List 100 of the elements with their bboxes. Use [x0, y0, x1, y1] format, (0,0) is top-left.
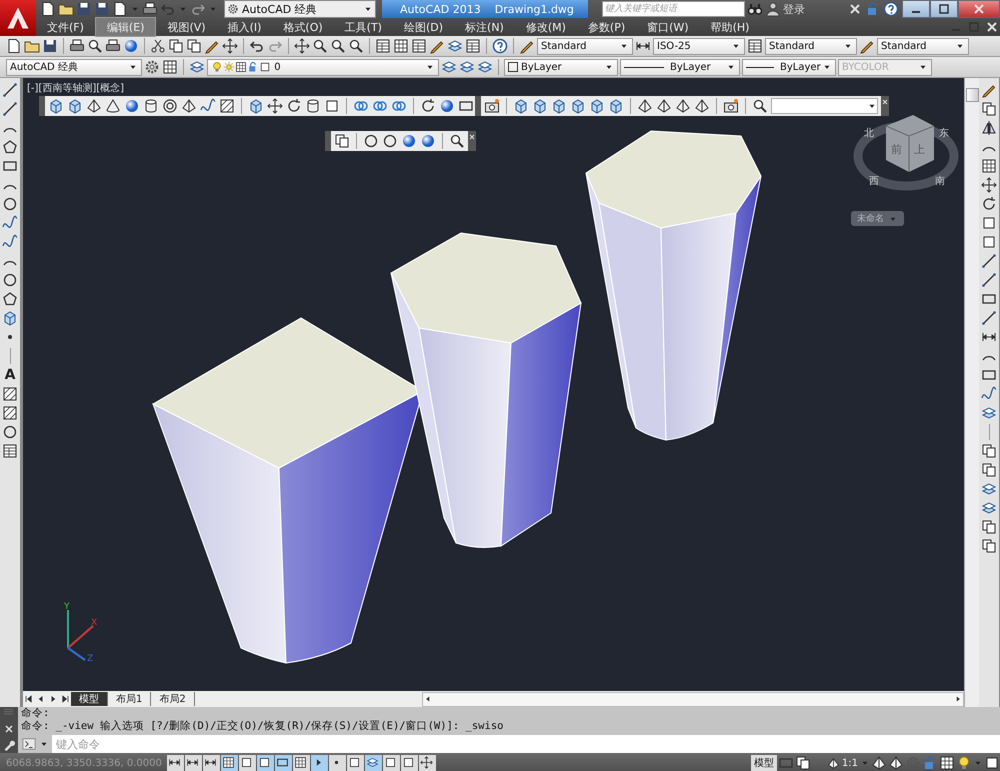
hatch-icon[interactable] — [2, 405, 18, 421]
model-space-button[interactable]: 模型 — [750, 755, 777, 771]
printer-icon[interactable] — [105, 38, 121, 54]
horizontal-scrollbar[interactable] — [422, 692, 964, 706]
linetype-dropdown[interactable]: ByLayer — [620, 58, 740, 76]
sign-in-link[interactable]: 登录 — [783, 2, 805, 16]
text-tool[interactable]: A — [4, 367, 16, 383]
pyramid-icon[interactable] — [871, 755, 887, 771]
status-toggle[interactable] — [329, 754, 346, 771]
annotation-scale-button[interactable]: 1:1 — [826, 756, 870, 770]
color-dropdown[interactable]: ByLayer — [504, 58, 618, 76]
circle-icon[interactable] — [2, 272, 18, 288]
status-toggle[interactable] — [185, 754, 202, 771]
grid-icon[interactable] — [162, 59, 178, 75]
status-toggle[interactable] — [293, 754, 310, 771]
status-toggle[interactable] — [419, 754, 436, 771]
line-icon[interactable] — [2, 82, 18, 98]
status-toggle[interactable] — [347, 754, 364, 771]
table-icon[interactable] — [375, 38, 391, 54]
rotate-icon[interactable] — [420, 98, 436, 114]
status-toggle[interactable] — [383, 754, 400, 771]
printer-icon[interactable] — [142, 1, 158, 17]
cone-icon[interactable] — [105, 98, 121, 114]
layer-dropdown[interactable]: 0 — [207, 58, 439, 76]
cube-icon[interactable] — [2, 310, 18, 326]
square-icon[interactable] — [981, 234, 997, 250]
grid-icon[interactable] — [981, 158, 997, 174]
pyramid-icon[interactable] — [888, 755, 904, 771]
viewport-label[interactable]: [-][西南等轴测][概念] — [27, 81, 124, 95]
user-icon[interactable] — [765, 1, 781, 17]
grid-icon[interactable] — [393, 38, 409, 54]
magnifier-icon[interactable] — [752, 98, 768, 114]
document-icon[interactable] — [6, 38, 22, 54]
line-icon[interactable] — [981, 253, 997, 269]
move-icon[interactable] — [267, 98, 283, 114]
menu-item[interactable]: 修改(M) — [514, 18, 577, 36]
grid-icon[interactable] — [939, 755, 955, 771]
command-prompt-icon[interactable] — [22, 737, 36, 751]
pyramid-icon[interactable] — [637, 98, 653, 114]
sphere-icon[interactable] — [420, 133, 436, 149]
cylinder-icon[interactable] — [305, 98, 321, 114]
copy-icon[interactable] — [981, 538, 997, 554]
spline-icon[interactable] — [2, 215, 18, 231]
status-toggle[interactable] — [365, 754, 382, 771]
spline-icon[interactable] — [981, 386, 997, 402]
cube-icon[interactable] — [67, 98, 83, 114]
layers-icon[interactable] — [189, 59, 205, 75]
light-bulb-icon[interactable] — [956, 755, 972, 771]
move-icon[interactable] — [294, 38, 310, 54]
cube-icon[interactable] — [532, 98, 548, 114]
ring-icon[interactable] — [162, 98, 178, 114]
menu-item[interactable]: 参数(P) — [576, 18, 636, 36]
layers-icon[interactable] — [459, 59, 475, 75]
sphere-icon[interactable] — [401, 133, 417, 149]
pyramid-icon[interactable] — [86, 98, 102, 114]
layout-tab[interactable]: 布局1 — [108, 692, 152, 706]
magnifier-icon[interactable] — [348, 38, 364, 54]
maximize-icon[interactable] — [930, 0, 958, 18]
table-icon[interactable] — [2, 443, 18, 459]
hatch-icon[interactable] — [2, 386, 18, 402]
move-icon[interactable] — [981, 177, 997, 193]
line-icon[interactable] — [981, 310, 997, 326]
table-icon[interactable] — [411, 38, 427, 54]
rotate-icon[interactable] — [981, 196, 997, 212]
command-input[interactable]: 键入命令 — [52, 735, 1000, 753]
pentagon-icon[interactable] — [2, 291, 18, 307]
cube-icon[interactable] — [551, 98, 567, 114]
multileader-style-dropdown[interactable]: Standard — [877, 38, 969, 54]
camera-icon[interactable] — [723, 98, 739, 114]
menu-item[interactable]: 文件(F) — [36, 18, 95, 36]
pyramid-icon[interactable] — [675, 98, 691, 114]
pyramid-icon[interactable] — [694, 98, 710, 114]
layers-icon[interactable] — [441, 59, 457, 75]
layers-icon[interactable] — [447, 38, 463, 54]
wrench-icon[interactable] — [2, 738, 16, 752]
menu-item[interactable]: 工具(T) — [334, 18, 393, 36]
circle-icon[interactable] — [2, 424, 18, 440]
layout-tab[interactable]: 布局2 — [151, 692, 195, 706]
menu-item[interactable]: 标注(N) — [454, 18, 515, 36]
circle-icon[interactable] — [2, 196, 18, 212]
scissors-icon[interactable] — [150, 38, 166, 54]
square-icon[interactable] — [981, 215, 997, 231]
copy-icon[interactable] — [794, 755, 811, 771]
mirror-icon[interactable] — [981, 120, 997, 136]
copy-icon[interactable] — [981, 101, 997, 117]
status-toggle[interactable] — [239, 754, 256, 771]
dimension-style-dropdown[interactable]: ISO-25 — [653, 38, 745, 54]
magnifier-icon[interactable] — [449, 133, 465, 149]
rotate-icon[interactable] — [286, 98, 302, 114]
menu-item[interactable]: 帮助(H) — [700, 18, 760, 36]
text-style-dropdown[interactable]: Standard — [537, 38, 633, 54]
menu-item[interactable]: 插入(I) — [216, 18, 272, 36]
minimize-icon[interactable] — [902, 0, 930, 18]
cube-icon[interactable] — [248, 98, 264, 114]
copy-icon[interactable] — [186, 38, 202, 54]
help-icon[interactable] — [492, 38, 508, 54]
document-icon[interactable] — [40, 1, 56, 17]
cube-icon[interactable] — [570, 98, 586, 114]
copy-icon[interactable] — [981, 443, 997, 459]
circle-icon[interactable] — [363, 133, 379, 149]
